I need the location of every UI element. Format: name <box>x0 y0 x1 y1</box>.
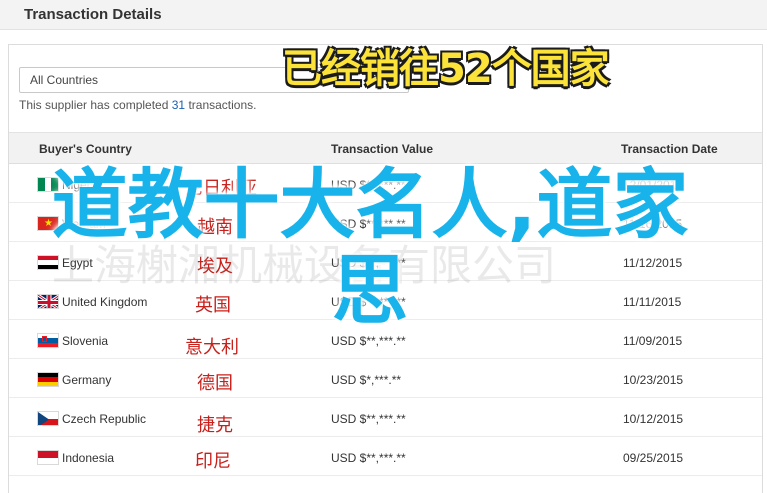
column-header-date[interactable]: Transaction Date <box>621 142 718 156</box>
slovenia-flag-icon <box>37 333 59 348</box>
row-date: 09/25/2015 <box>623 451 684 465</box>
row-country: Czech Republic <box>62 412 147 426</box>
row-date: 10/23/2015 <box>623 373 684 387</box>
row-country-cn: 意大利 <box>185 337 239 358</box>
row-date: 11/09/2015 <box>623 334 683 348</box>
row-value: USD $*,***.** <box>331 373 402 387</box>
window-title: Transaction Details <box>24 6 162 23</box>
row-country: Slovenia <box>62 334 109 348</box>
sales-banner: 已经销往52个国家 <box>282 46 610 92</box>
summary-suffix: transactions. <box>185 98 257 112</box>
germany-flag-icon <box>37 372 59 387</box>
row-country-cn: 德国 <box>197 373 233 394</box>
column-header-value[interactable]: Transaction Value <box>331 142 433 156</box>
czech-flag-icon <box>37 411 59 426</box>
row-country-cn: 印尼 <box>195 451 231 472</box>
table-row[interactable]: Germany 德国 USD $*,***.** 10/23/2015 <box>9 359 762 398</box>
summary-prefix: This supplier has completed <box>19 98 172 112</box>
indonesia-flag-icon <box>37 450 59 465</box>
row-country-cn: 捷克 <box>197 415 233 436</box>
country-filter-value: All Countries <box>30 73 99 87</box>
row-country: Indonesia <box>62 451 115 465</box>
column-header-country[interactable]: Buyer's Country <box>39 142 132 156</box>
row-date: 10/12/2015 <box>623 412 684 426</box>
row-value: USD $**,***.** <box>331 451 406 465</box>
row-value: USD $**,***.** <box>331 334 406 348</box>
table-row[interactable]: Indonesia 印尼 USD $**,***.** 09/25/2015 <box>9 437 762 476</box>
table-row[interactable]: Czech Republic 捷克 USD $**,***.** 10/12/2… <box>9 398 762 437</box>
transaction-count: 31 <box>171 98 186 112</box>
row-value: USD $**,***.** <box>331 412 406 426</box>
window-title-bar: Transaction Details <box>0 0 767 30</box>
row-country: Germany <box>62 373 112 387</box>
headline-overlay: 道教十大名人,道家思 <box>51 160 689 335</box>
transactions-summary: This supplier has completed 31 transacti… <box>19 98 256 112</box>
